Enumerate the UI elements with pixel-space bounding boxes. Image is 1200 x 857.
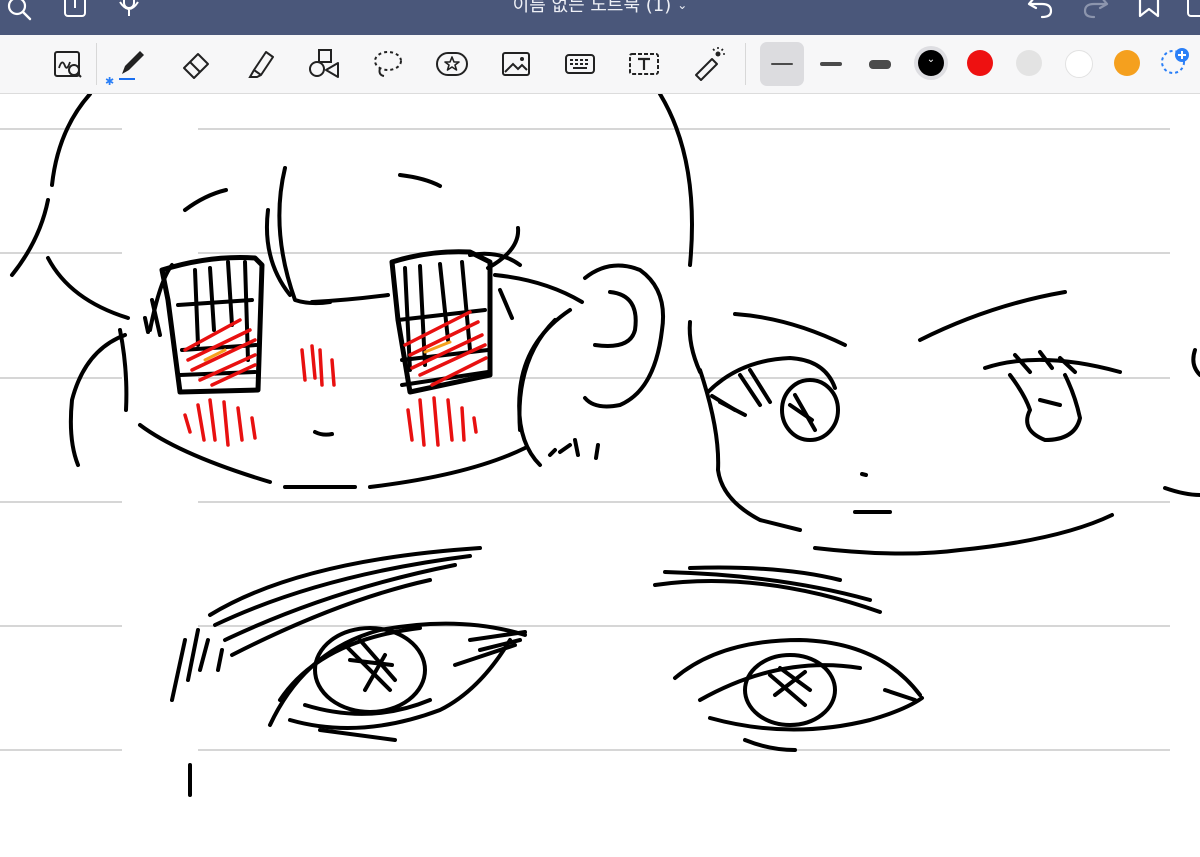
stroke-size-thick[interactable] bbox=[858, 42, 902, 86]
toolbar-divider bbox=[745, 43, 746, 85]
sketch-ink bbox=[10, 94, 1200, 797]
keyboard-icon[interactable] bbox=[560, 44, 600, 84]
color-swatch-black[interactable]: ⌄ bbox=[918, 50, 944, 76]
text-box-icon[interactable] bbox=[624, 44, 664, 84]
drawing-toolbar: ✱ ⌄ bbox=[0, 35, 1200, 94]
face-sketch-right bbox=[687, 290, 1200, 556]
pages-icon[interactable] bbox=[1186, 0, 1200, 24]
eraser-icon[interactable] bbox=[176, 44, 216, 84]
lasso-icon[interactable] bbox=[368, 44, 408, 84]
color-swatch-light-gray[interactable] bbox=[1016, 50, 1042, 76]
stroke-size-fine[interactable] bbox=[760, 42, 804, 86]
pen-icon[interactable] bbox=[110, 44, 150, 84]
shapes-icon[interactable] bbox=[304, 44, 344, 84]
zoom-writing-icon[interactable] bbox=[48, 44, 88, 84]
color-swatch-red[interactable] bbox=[967, 50, 993, 76]
sticker-icon[interactable] bbox=[432, 44, 472, 84]
undo-icon[interactable] bbox=[1026, 0, 1056, 24]
realistic-eyes-sketch bbox=[170, 546, 924, 797]
stroke-size-medium[interactable] bbox=[809, 42, 853, 86]
chevron-down-icon: ⌄ bbox=[926, 54, 936, 65]
chibi-face-sketch bbox=[10, 94, 694, 489]
notebook-page[interactable] bbox=[0, 94, 1200, 857]
redo-icon[interactable] bbox=[1080, 0, 1110, 24]
title-bar: 이름 없는 노트북 (1) ⌄ bbox=[0, 0, 1200, 35]
toolbar-divider bbox=[96, 43, 97, 85]
document-title[interactable]: 이름 없는 노트북 (1) ⌄ bbox=[0, 0, 1200, 17]
chevron-down-icon: ⌄ bbox=[677, 0, 688, 12]
color-swatch-white[interactable] bbox=[1065, 50, 1093, 78]
image-icon[interactable] bbox=[496, 44, 536, 84]
color-swatch-orange[interactable] bbox=[1114, 50, 1140, 76]
laser-pointer-icon[interactable] bbox=[688, 44, 728, 84]
bookmark-icon[interactable] bbox=[1134, 0, 1164, 24]
add-color-icon[interactable] bbox=[1160, 46, 1190, 76]
highlighter-icon[interactable] bbox=[240, 44, 280, 84]
